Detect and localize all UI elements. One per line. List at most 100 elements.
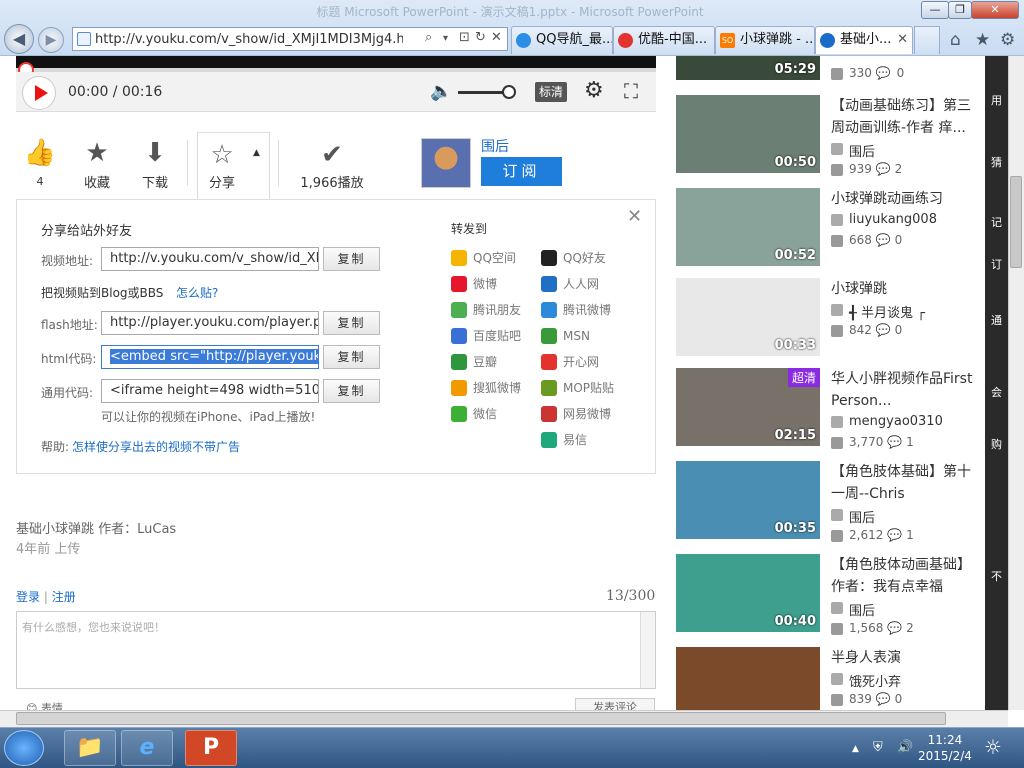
minimize-button[interactable]: —: [921, 1, 949, 19]
comment-scrollbar[interactable]: [640, 612, 655, 688]
rail-item-4[interactable]: 通: [985, 312, 1008, 328]
related-user[interactable]: 饿死小弃: [831, 671, 901, 690]
security-shield-icon[interactable]: ⛨: [873, 740, 883, 755]
back-button[interactable]: ◀: [4, 24, 34, 54]
html-code-field[interactable]: <embed src="http://player.youku.com/play…: [101, 345, 319, 369]
stop-icon[interactable]: ✕: [491, 30, 502, 45]
share-site-left-0[interactable]: QQ空间: [451, 250, 516, 266]
rail-item-1[interactable]: 猜: [985, 154, 1008, 170]
favorite-icon[interactable]: ★: [77, 138, 117, 168]
powerpoint-icon[interactable]: P: [185, 730, 237, 766]
home-icon[interactable]: ⌂: [950, 30, 961, 50]
copy-flash-url-button[interactable]: 复制: [323, 311, 380, 335]
new-tab-button[interactable]: [914, 26, 940, 54]
tab-so-search[interactable]: SO 小球弹跳 - ...: [715, 26, 815, 54]
settings-gear-icon[interactable]: ⚙: [584, 78, 604, 103]
related-title[interactable]: 半身人表演: [831, 647, 973, 669]
download-icon[interactable]: ⬇: [135, 138, 175, 168]
start-button[interactable]: [4, 730, 44, 766]
related-thumbnail[interactable]: 00:33: [676, 278, 820, 356]
share-site-right-6[interactable]: 网易微博: [541, 406, 611, 422]
related-thumbnail[interactable]: 00:40: [676, 554, 820, 632]
uploader-avatar[interactable]: [421, 138, 471, 188]
related-user[interactable]: 围后: [831, 141, 875, 160]
related-title[interactable]: 【角色肢体动画基础】作者：我有点幸福: [831, 554, 973, 598]
dropdown-icon[interactable]: ▾: [443, 33, 448, 44]
share-site-left-6[interactable]: 微信: [451, 406, 497, 422]
related-thumbnail[interactable]: 00:35: [676, 461, 820, 539]
share-icon[interactable]: ☆: [202, 140, 242, 170]
clock[interactable]: 11:24 2015/2/4: [918, 732, 972, 764]
show-hidden-icons[interactable]: ▲: [852, 744, 859, 754]
video-url-field[interactable]: http://v.youku.com/v_show/id_XMjI1MDI3Mj…: [101, 247, 319, 271]
subscribe-button[interactable]: 订阅: [481, 157, 562, 186]
share-site-right-1[interactable]: 人人网: [541, 276, 599, 292]
flash-url-field[interactable]: http://player.youku.com/player.php/sid/X…: [101, 311, 319, 335]
related-thumbnail[interactable]: 02:15 超清: [676, 368, 820, 446]
copy-general-code-button[interactable]: 复制: [323, 379, 380, 403]
volume-handle[interactable]: [502, 85, 516, 99]
tab-qq-nav[interactable]: QQ导航_最...: [511, 26, 613, 54]
share-site-left-2[interactable]: 腾讯朋友: [451, 302, 521, 318]
share-site-right-4[interactable]: 开心网: [541, 354, 599, 370]
rail-item-5[interactable]: 会: [985, 384, 1008, 400]
favorites-icon[interactable]: ★: [975, 30, 990, 50]
related-user[interactable]: ╉ 半月谈鬼 ┌: [831, 302, 925, 321]
share-site-right-7[interactable]: 易信: [541, 432, 587, 448]
copy-html-code-button[interactable]: 复制: [323, 345, 380, 369]
related-title[interactable]: 小球弹跳: [831, 278, 973, 300]
uploader-name[interactable]: 围后: [481, 136, 509, 156]
restore-button[interactable]: ❐: [948, 1, 972, 19]
search-icon[interactable]: ⌕: [425, 30, 432, 45]
tools-icon[interactable]: ⚙: [1000, 30, 1015, 50]
rail-item-0[interactable]: 用: [985, 92, 1008, 108]
share-site-right-0[interactable]: QQ好友: [541, 250, 606, 266]
vertical-scrollbar[interactable]: [1008, 56, 1024, 710]
like-icon[interactable]: 👍: [20, 138, 60, 168]
rail-item-7[interactable]: 不: [985, 568, 1008, 584]
share-site-left-5[interactable]: 搜狐微博: [451, 380, 521, 396]
close-icon[interactable]: ✕: [627, 206, 642, 227]
no-ads-help-link[interactable]: 怎样使分享出去的视频不带广告: [72, 438, 240, 455]
share-caret-icon[interactable]: ▲: [253, 148, 260, 158]
url-text[interactable]: http://v.youku.com/v_show/id_XMjI1MDI3Mj…: [73, 32, 403, 47]
login-link[interactable]: 登录: [16, 590, 40, 604]
related-user[interactable]: 围后: [831, 600, 875, 619]
rail-item-3[interactable]: 订: [985, 256, 1008, 272]
quality-button[interactable]: 标清: [535, 82, 567, 102]
share-site-left-1[interactable]: 微博: [451, 276, 497, 292]
share-site-right-3[interactable]: MSN: [541, 328, 590, 344]
refresh-icon[interactable]: ↻: [475, 30, 486, 45]
address-bar[interactable]: http://v.youku.com/v_show/id_XMjI1MDI3Mj…: [72, 27, 508, 51]
share-label[interactable]: 分享: [202, 172, 242, 191]
volume-tray-icon[interactable]: 🔊: [897, 740, 913, 755]
favorite-label[interactable]: 收藏: [77, 172, 117, 191]
tab-current[interactable]: 基础小... ✕: [815, 26, 913, 54]
explorer-icon[interactable]: 📁: [64, 730, 116, 766]
video-frame[interactable]: [16, 56, 656, 68]
related-title[interactable]: 小球弹跳动画练习: [831, 188, 973, 210]
related-title[interactable]: 华人小胖视频作品First Person...: [831, 368, 973, 412]
horizontal-scroll-thumb[interactable]: [16, 712, 946, 725]
compat-view-icon[interactable]: ⊡: [459, 30, 470, 45]
related-thumbnail[interactable]: 05:29: [676, 56, 820, 80]
share-site-left-3[interactable]: 百度贴吧: [451, 328, 521, 344]
vertical-scroll-thumb[interactable]: [1010, 176, 1022, 268]
how-to-post-link[interactable]: 怎么贴?: [176, 284, 218, 301]
related-title[interactable]: 【角色肢体基础】第十一周--Chris: [831, 461, 973, 505]
volume-icon[interactable]: 🔈: [430, 81, 452, 102]
related-thumbnail[interactable]: 00:52: [676, 188, 820, 266]
tab-youku[interactable]: 优酷-中国...: [613, 26, 715, 54]
rail-item-6[interactable]: 购: [985, 436, 1008, 452]
register-link[interactable]: 注册: [52, 590, 76, 604]
rail-item-2[interactable]: 记: [985, 214, 1008, 230]
forward-button[interactable]: ▶: [38, 27, 64, 53]
share-site-left-4[interactable]: 豆瓣: [451, 354, 497, 370]
copy-video-url-button[interactable]: 复制: [323, 247, 380, 271]
share-site-right-2[interactable]: 腾讯微博: [541, 302, 611, 318]
related-user[interactable]: liuyukang008: [831, 212, 937, 227]
close-window-button[interactable]: ✕: [971, 1, 1019, 19]
related-user[interactable]: mengyao0310: [831, 414, 943, 429]
ie-icon[interactable]: e: [121, 730, 173, 766]
close-tab-icon[interactable]: ✕: [897, 27, 908, 53]
